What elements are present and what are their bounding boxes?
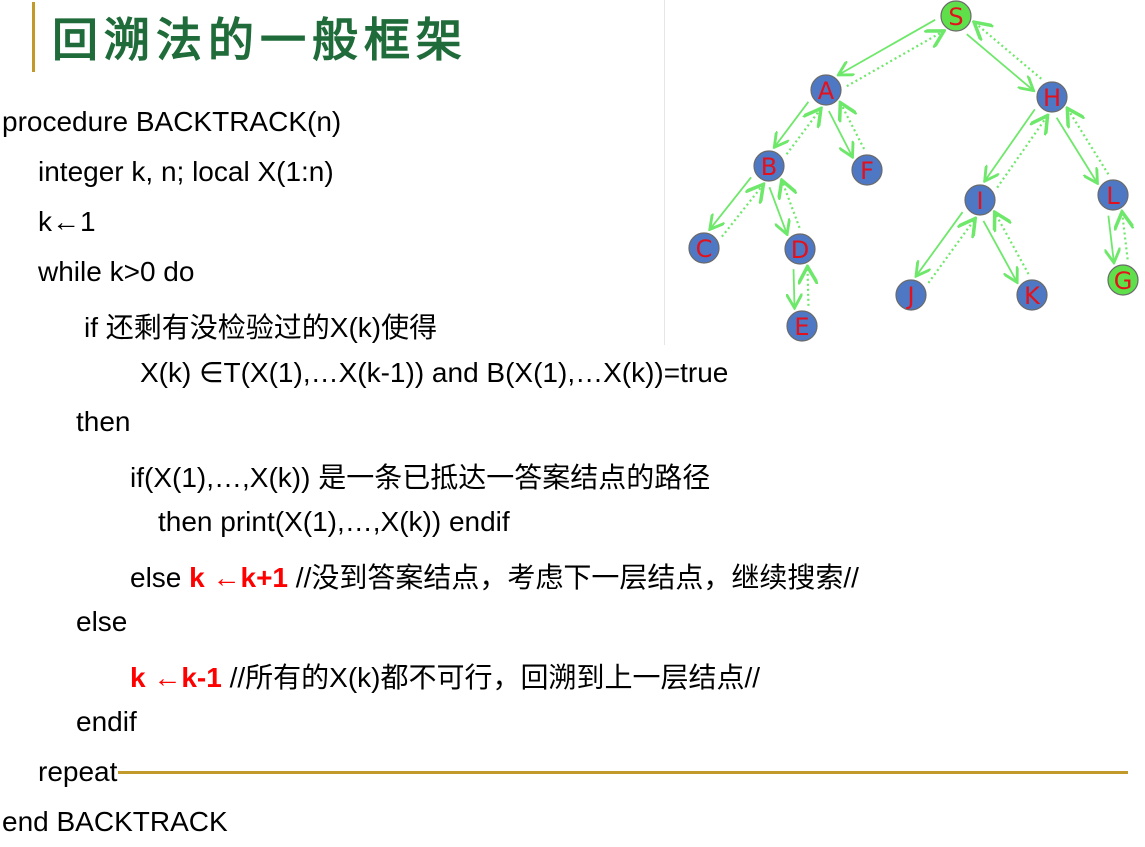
tree-node-label: L [1106, 182, 1120, 210]
tree-node-label: F [860, 157, 874, 185]
backtrack-arrow-C-B [721, 186, 762, 238]
tree-node-label: B [761, 153, 777, 181]
tree-node-label: I [976, 187, 983, 215]
forward-arrow-A-B [775, 101, 810, 146]
title-accent-bar [32, 2, 35, 72]
tree-node-label: C [696, 235, 713, 263]
tree-node-label: H [1043, 84, 1061, 112]
forward-arrow-I-J [917, 211, 964, 275]
tree-node-label: E [794, 313, 809, 341]
code-line-answer-check: if(X(1),…,X(k)) 是一条已抵达一答案结点的路径 [130, 462, 711, 493]
increment-statement: k ←k+1 [189, 562, 289, 593]
backtrack-arrow-L-H [1069, 110, 1110, 175]
forward-arrow-I-K [982, 220, 1016, 281]
code-line-endif: endif [76, 706, 137, 737]
tree-node-f: F [851, 154, 883, 186]
backtrack-arrow-J-I [927, 220, 973, 284]
tree-nodes: S A H B F I L C D J K G E [688, 0, 1139, 342]
tree-node-j: J [895, 279, 927, 311]
forward-arrow-B-D [768, 186, 786, 233]
forward-arrow-H-I [986, 108, 1036, 179]
code-line-procedure: procedure BACKTRACK(n) [2, 106, 342, 137]
backtrack-arrow-E-D [808, 269, 809, 306]
search-tree-diagram: S A H B F I L C D J K G E [688, 0, 1139, 342]
forward-arrow-S-A [840, 19, 936, 74]
tree-node-s: S [940, 0, 972, 32]
tree-node-c: C [688, 232, 720, 264]
code-line-end: end BACKTRACK [2, 806, 228, 837]
tree-node-b: B [753, 150, 785, 182]
tree-node-e: E [786, 310, 818, 342]
decrement-comment: //所有的X(k)都不可行，回溯到上一层结点// [221, 662, 761, 693]
forward-arrow-H-L [1055, 117, 1097, 182]
code-line-decrement: k ←k-1 //所有的X(k)都不可行，回溯到上一层结点// [130, 656, 760, 696]
tree-node-label: J [905, 282, 914, 310]
backtrack-arrow-G-L [1122, 214, 1127, 260]
code-line-if-condition: if 还剩有没检验过的X(k)使得 [84, 312, 438, 343]
page-title: 回溯法的一般框架 [52, 13, 468, 67]
backtrack-arrow-K-I [996, 214, 1030, 275]
code-line-while: while k>0 do [38, 256, 195, 287]
code-line-constraint: X(k) ∈T(X(1),…X(k-1)) and B(X(1),…X(k))=… [140, 357, 729, 388]
tree-node-label: S [948, 3, 963, 31]
increment-comment: //没到答案结点，考虑下一层结点，继续搜索// [288, 562, 859, 593]
code-line-then: then [76, 406, 131, 437]
backtrack-arrow-D-B [783, 182, 801, 229]
forward-arrow-B-C [711, 176, 752, 228]
tree-node-label: A [818, 77, 835, 105]
tree-node-label: D [791, 236, 809, 264]
code-line-init-k: k←1 [38, 206, 96, 237]
tree-node-g: G [1107, 264, 1139, 296]
code-line-else-increment: else k ←k+1 //没到答案结点，考虑下一层结点，继续搜索// [130, 556, 859, 596]
code-line-print: then print(X(1),…,X(k)) endif [158, 506, 510, 537]
code-line-repeat: repeat [38, 756, 118, 787]
tree-node-h: H [1036, 81, 1068, 113]
tree-node-label: K [1024, 282, 1041, 310]
backtrack-arrow-A-S [846, 32, 942, 88]
decrement-statement: k ←k-1 [130, 662, 222, 693]
forward-arrow-L-G [1108, 215, 1113, 261]
tree-node-k: K [1016, 279, 1048, 311]
footer-rule [118, 771, 1128, 774]
forward-arrow-D-E [794, 269, 795, 306]
code-line-else: else [76, 606, 128, 637]
backtrack-arrow-B-A [785, 110, 820, 155]
column-divider [664, 0, 665, 345]
tree-node-i: I [964, 184, 996, 216]
else-keyword: else [130, 562, 190, 593]
tree-node-a: A [810, 74, 842, 106]
tree-node-label: G [1114, 267, 1133, 295]
tree-node-d: D [784, 233, 816, 265]
tree-node-l: L [1097, 179, 1129, 211]
code-line-declare: integer k, n; local X(1:n) [38, 156, 334, 187]
